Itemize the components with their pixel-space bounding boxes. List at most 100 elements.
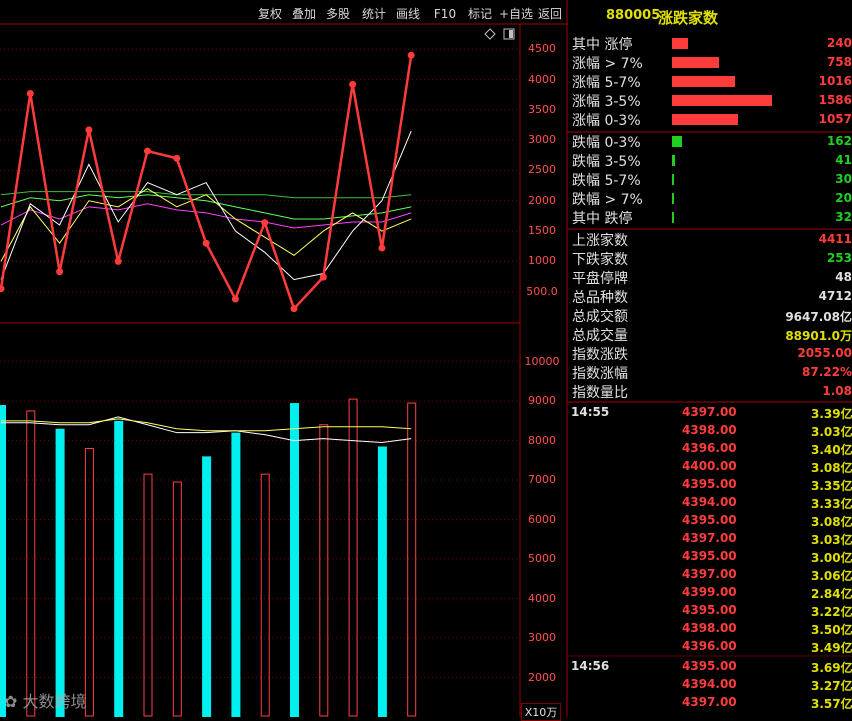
dist-up-label: 其中 涨停 [572,37,633,53]
stats-button[interactable]: 统计 [358,4,390,24]
tick-price: 4397.00 [682,695,737,709]
tick-price: 4397.00 [682,531,737,545]
tick-price: 4395.00 [682,477,737,491]
tick-price: 4395.00 [682,549,737,563]
stat-label: 指数涨跌 [572,347,628,363]
tick-volume: 3.33亿 [811,497,852,511]
tick-volume: 3.22亿 [811,605,852,619]
stat-value: 88901.0万 [785,329,852,343]
stat-label: 指数涨幅 [572,366,628,382]
tick-volume: 3.00亿 [811,551,852,565]
tick-volume: 3.35亿 [811,479,852,493]
tick-volume: 3.08亿 [811,461,852,475]
draw-line-button[interactable]: 画线 [392,4,424,24]
stat-label: 下跌家数 [572,252,628,268]
price-axis-label: 3000 [528,133,556,147]
overlay-button[interactable]: 叠加 [288,4,320,24]
volume-unit-label: X10万 [521,703,561,721]
volume-bar [290,403,299,717]
price-axis-label: 2000 [528,193,556,207]
tick-volume: 3.03亿 [811,425,852,439]
price-point [26,89,34,97]
dist-down-value: 41 [835,153,852,167]
price-point [407,51,415,59]
dist-down-label: 跌幅 0-3% [572,135,641,151]
stat-value: 48 [835,270,852,284]
dist-up-value: 1016 [818,74,852,88]
watermark: ✿ 大数跨境 [4,692,87,711]
volume-axis-label: 4000 [528,591,556,605]
tick-volume: 3.57亿 [811,697,852,711]
stat-value: 4411 [818,232,852,246]
dist-up-label: 涨幅 5-7% [572,75,641,91]
dist-up-value: 240 [826,36,852,50]
dist-down-value: 30 [835,172,852,186]
volume-bar [231,432,241,717]
price-point [144,147,151,155]
tick-price: 4397.00 [682,405,737,419]
dist-up-bar [672,95,772,106]
tick-time: 14:56 [571,659,610,673]
dist-down-label: 跌幅 > 7% [572,192,643,208]
tick-price: 4400.00 [682,459,737,473]
tick-volume: 2.84亿 [811,587,852,601]
tick-price: 4395.00 [682,603,737,617]
add-watchlist-button[interactable]: +自选 [498,4,534,24]
tick-volume: 3.69亿 [811,661,852,675]
stat-value: 87.22% [802,365,852,379]
tick-price: 4394.00 [682,495,737,509]
tick-time: 14:55 [571,405,610,419]
back-button[interactable]: 返回 [534,4,566,24]
stat-label: 平盘停牌 [572,271,628,287]
dist-down-label: 其中 跌停 [572,211,633,227]
volume-axis-label: 10000 [524,354,560,368]
dist-down-value: 32 [835,210,852,224]
tick-price: 4396.00 [682,639,737,653]
dist-down-bar [672,212,674,223]
volume-bar [55,428,65,717]
volume-bar [114,420,124,717]
multi-stock-button[interactable]: 多股 [322,4,354,24]
price-point [378,244,386,252]
mark-button[interactable]: 标记 [464,4,496,24]
tick-volume: 3.06亿 [811,569,852,583]
tick-volume: 3.03亿 [811,533,852,547]
dist-down-bar [672,193,674,204]
tick-volume: 3.27亿 [811,679,852,693]
stat-value: 1.08 [822,384,852,398]
tick-price: 4398.00 [682,423,737,437]
f10-button[interactable]: F10 [430,4,460,24]
fuquan-button[interactable]: 复权 [254,4,286,24]
index-name: 涨跌家数 [658,9,719,27]
stat-label: 总成交量 [572,328,628,344]
dist-up-bar [672,38,688,49]
stat-value: 9647.08亿 [785,310,852,324]
price-point [56,268,64,276]
volume-axis-label: 6000 [528,512,556,526]
price-axis-label: 500.0 [526,284,558,298]
volume-axis-label: 3000 [528,631,556,645]
tick-volume: 3.40亿 [811,443,852,457]
price-axis-label: 4000 [528,72,556,86]
price-point [202,239,210,247]
volume-axis-label: 9000 [528,394,556,408]
dist-down-bar [672,136,682,147]
tick-price: 4395.00 [682,513,737,527]
tick-price: 4398.00 [682,621,737,635]
price-point [231,295,239,303]
volume-axis-label: 2000 [528,670,556,684]
tick-volume: 3.49亿 [811,641,852,655]
price-axis-label: 4500 [528,42,556,56]
stat-value: 4712 [818,289,852,303]
volume-axis-label: 7000 [528,473,556,487]
dist-up-value: 758 [826,55,852,69]
dist-up-value: 1586 [818,93,852,107]
dist-up-label: 涨幅 0-3% [572,113,641,129]
dist-down-label: 跌幅 5-7% [572,173,641,189]
dist-down-value: 20 [835,191,852,205]
price-point [290,305,298,313]
price-point [319,273,327,281]
volume-bar [202,456,212,717]
stat-label: 指数量比 [572,385,628,401]
volume-bar [0,405,6,717]
